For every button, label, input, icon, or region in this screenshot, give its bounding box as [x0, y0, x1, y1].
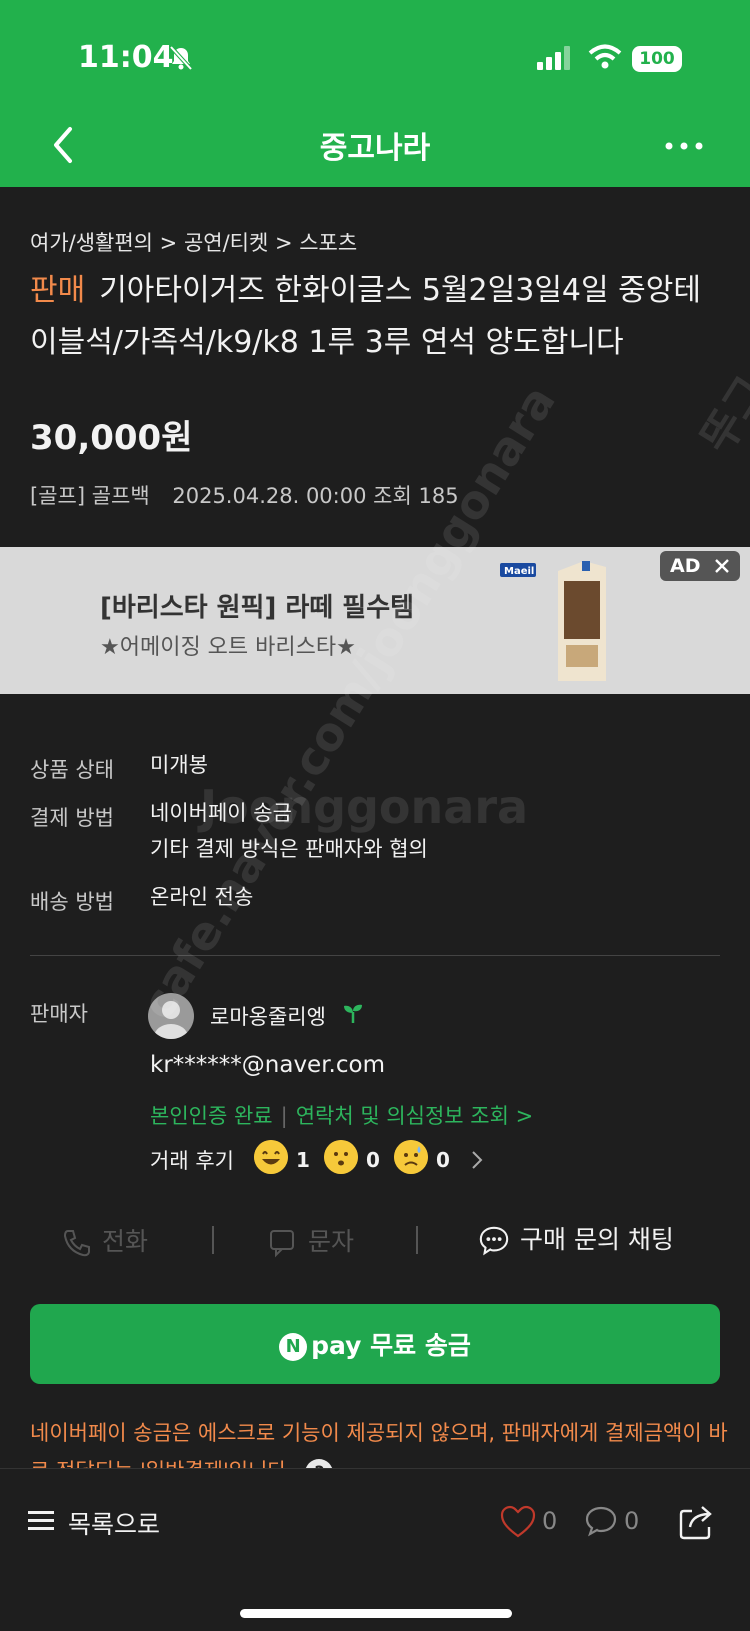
separator: [212, 1226, 214, 1254]
seller-label: 판매자: [30, 1002, 88, 1026]
seller-verification: 본인인증 완료 | 연락처 및 의심정보 조회 >: [150, 1100, 533, 1130]
npay-label: Npay 무료 송금: [30, 1326, 720, 1362]
ad-label: AD: [670, 555, 701, 577]
phone-icon: [63, 1230, 90, 1257]
bottom-bar: 목록으로 0 0: [0, 1468, 750, 1631]
neutral-count: 0: [366, 1148, 380, 1172]
sprout-icon: [344, 1004, 362, 1023]
bell-off-icon: [169, 45, 193, 71]
payment-note: 기타 결제 방식은 판매자와 협의: [150, 837, 428, 861]
comment-count: 0: [624, 1507, 640, 1535]
price: 30,000원: [30, 418, 193, 458]
delivery-value: 온라인 전송: [150, 885, 254, 909]
post-date: 2025.04.28. 00:00: [172, 484, 367, 508]
npay-transfer-button[interactable]: Npay 무료 송금: [30, 1304, 720, 1384]
payment-value: 네이버페이 송금: [150, 801, 292, 825]
view-count: 조회 185: [373, 484, 459, 508]
payment-label: 결제 방법: [30, 806, 114, 830]
comment-icon[interactable]: [584, 1505, 618, 1537]
npay-text: pay 무료 송금: [311, 1331, 471, 1360]
post-header: 여가/생활편의 > 공연/티켓 > 스포츠 판매 기아타이거즈 한화이글스 5월2…: [0, 187, 750, 547]
sad-emoji-icon: [394, 1140, 428, 1174]
post-title-text: 기아타이거즈 한화이글스 5월2일3일4일 중앙테이블석/가족석/k9/k8 1…: [30, 273, 701, 360]
delivery-label: 배송 방법: [30, 890, 114, 914]
verified-badge: 본인인증 완료: [150, 1104, 273, 1128]
sms-icon: [270, 1230, 294, 1258]
separator: |: [280, 1104, 288, 1128]
fraud-lookup-link[interactable]: 연락처 및 의심정보 조회 >: [296, 1104, 534, 1128]
post-title: 판매 기아타이거즈 한화이글스 5월2일3일4일 중앙테이블석/가족석/k9/k8…: [30, 265, 720, 369]
sad-count: 0: [436, 1148, 450, 1172]
status-bar: 11:04 100: [0, 0, 750, 105]
nav-bar: 중고나라: [0, 105, 750, 187]
home-indicator: [240, 1609, 512, 1618]
condition-label: 상품 상태: [30, 758, 114, 782]
grin-emoji-icon: [254, 1140, 288, 1174]
breadcrumb[interactable]: 여가/생활편의 > 공연/티켓 > 스포츠: [30, 227, 357, 257]
chat-icon: [479, 1226, 509, 1256]
condition-value: 미개봉: [150, 753, 208, 777]
category-tag: [골프] 골프백: [30, 484, 150, 508]
wifi-icon: [588, 44, 622, 69]
more-icon[interactable]: [664, 141, 704, 151]
person-icon: [154, 1001, 188, 1039]
seller-email: kr******@naver.com: [150, 1052, 385, 1078]
separator: [416, 1226, 418, 1254]
menu-icon[interactable]: [28, 1509, 54, 1533]
ad-subtitle: ★어메이징 오트 바리스타★: [100, 635, 356, 660]
review-label: 거래 후기: [150, 1149, 234, 1173]
close-icon[interactable]: [714, 558, 730, 574]
ad-banner[interactable]: [바리스타 원픽] 라떼 필수템 ★어메이징 오트 바리스타★ Maeil AD: [0, 547, 750, 694]
sms-button[interactable]: 문자: [268, 1222, 354, 1258]
ad-title: [바리스타 원픽] 라떼 필수템: [100, 593, 415, 623]
heart-icon[interactable]: [500, 1505, 536, 1539]
grin-count: 1: [296, 1148, 310, 1172]
chevron-right-icon[interactable]: [470, 1149, 484, 1171]
like-count: 0: [542, 1507, 558, 1535]
phone-button[interactable]: 전화: [62, 1222, 148, 1258]
seller-name[interactable]: 로마옹줄리엥: [210, 1001, 326, 1031]
battery-indicator: 100: [632, 46, 682, 72]
status-time: 11:04: [78, 40, 174, 75]
divider: [30, 955, 720, 956]
back-to-list-button[interactable]: 목록으로: [68, 1505, 160, 1541]
chat-button[interactable]: 구매 문의 채팅: [478, 1220, 674, 1257]
share-icon[interactable]: [678, 1503, 714, 1541]
signal-icon: [537, 46, 570, 70]
post-meta: [골프] 골프백 2025.04.28. 00:00 조회 185: [30, 480, 459, 510]
npay-logo-icon: N: [279, 1333, 308, 1361]
avatar[interactable]: [148, 993, 194, 1039]
oat-milk-product-icon: Maeil: [500, 561, 606, 681]
nav-title: 중고나라: [319, 131, 431, 166]
sale-tag: 판매: [30, 273, 86, 308]
ad-badge[interactable]: AD: [660, 551, 740, 581]
svg-text:Maeil: Maeil: [504, 566, 534, 577]
sms-label: 문자: [308, 1227, 355, 1256]
chat-label: 구매 문의 채팅: [520, 1225, 674, 1254]
neutral-emoji-icon: [324, 1140, 358, 1174]
phone-label: 전화: [102, 1227, 149, 1256]
